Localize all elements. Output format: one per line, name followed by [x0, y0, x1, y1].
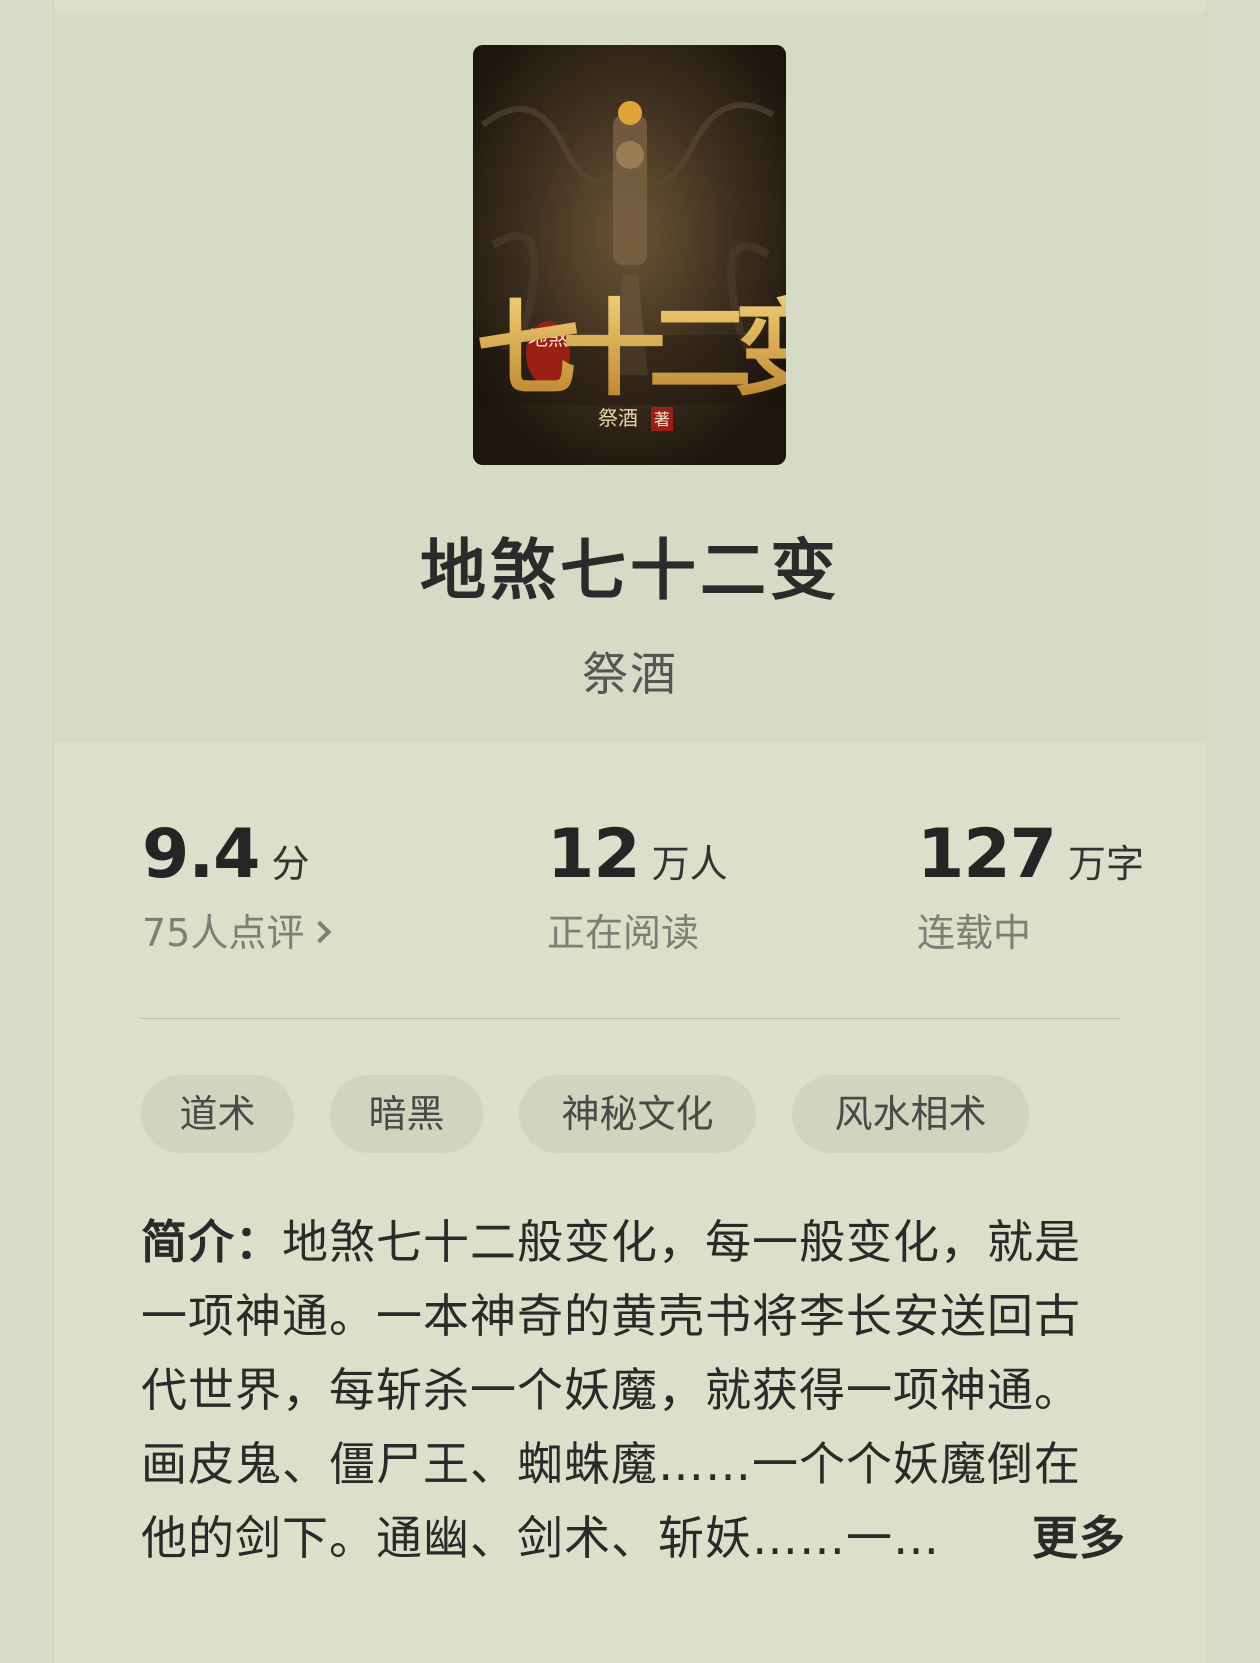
stat-words: 127 万字 连载中: [917, 815, 1144, 957]
book-title: 地煞七十二变: [420, 532, 840, 609]
book-detail-card: 地煞 七十二变 祭酒 著 地煞七十二变 祭酒 9.4 分 75人点评 12 万人 正…: [53, 0, 1207, 1663]
intro-text: 地煞七十二般变化，每一般变化，就是一项神通。一本神奇的黄壳书将李长安送回古代世界…: [141, 1215, 1081, 1565]
score-unit: 分: [271, 842, 310, 886]
cover-author: 祭酒: [598, 406, 638, 430]
words-value: 127: [917, 815, 1057, 894]
readers-value: 12: [547, 815, 641, 894]
intro-label: 简介：: [141, 1215, 282, 1269]
readers-unit: 万人: [651, 842, 728, 886]
stat-score[interactable]: 9.4 分 75人点评: [142, 815, 332, 957]
reviews-label: 75人点评: [142, 911, 305, 955]
tag-anhei[interactable]: 暗黑: [330, 1075, 483, 1153]
cover-art-icon: 地煞 七十二变 祭酒 著: [473, 45, 786, 465]
tag-daoshu[interactable]: 道术: [141, 1075, 294, 1153]
tag-fengshui-xiangshu[interactable]: 风水相术: [792, 1075, 1029, 1153]
chevron-right-icon: [309, 920, 332, 943]
cover-author-suffix: 著: [654, 410, 670, 429]
status-label: 连载中: [917, 911, 1032, 955]
words-unit: 万字: [1067, 842, 1144, 886]
reviews-link[interactable]: 75人点评: [142, 902, 332, 957]
book-author[interactable]: 祭酒: [54, 638, 1206, 704]
tag-shenmi-wenhua[interactable]: 神秘文化: [519, 1075, 756, 1153]
book-intro[interactable]: 简介：地煞七十二般变化，每一般变化，就是一项神通。一本神奇的黄壳书将李长安送回古…: [141, 1205, 1126, 1575]
readers-label: 正在阅读: [547, 911, 700, 955]
book-cover-image[interactable]: 地煞 七十二变 祭酒 著: [473, 45, 786, 465]
score-value: 9.4: [142, 815, 260, 894]
stat-readers: 12 万人 正在阅读: [547, 815, 728, 957]
divider: [141, 1018, 1121, 1019]
cover-big-title: 七十二变: [476, 287, 786, 410]
book-header: 地煞 七十二变 祭酒 著 地煞七十二变 祭酒: [54, 12, 1206, 742]
more-button[interactable]: 更多: [1002, 1501, 1126, 1575]
